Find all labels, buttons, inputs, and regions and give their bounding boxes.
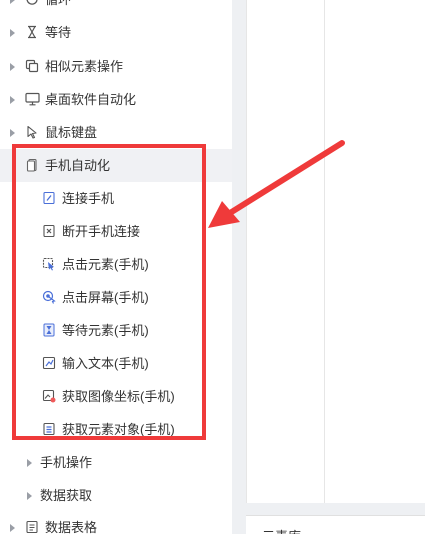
tree-item-label: 获取图像坐标(手机) <box>62 389 175 404</box>
properties-panel: 元素库 <box>246 515 425 534</box>
expand-caret-icon[interactable] <box>10 129 15 137</box>
tree-item-label: 输入文本(手机) <box>62 356 149 371</box>
tree-item-loop[interactable]: 循环 <box>0 0 232 16</box>
tree-item-tap-screen[interactable]: 点击屏幕(手机) <box>0 281 232 314</box>
tree-item-label: 断开手机连接 <box>62 224 141 239</box>
tree-item-label: 数据表格 <box>45 520 98 534</box>
element-object-icon <box>41 421 57 437</box>
disconnect-icon <box>41 223 57 239</box>
tree-item-input-text[interactable]: 输入文本(手机) <box>0 347 232 380</box>
table-doc-icon <box>24 519 40 534</box>
tree-item-label: 相似元素操作 <box>45 59 124 74</box>
workflow-canvas[interactable] <box>246 0 425 503</box>
phone-icon <box>24 157 40 173</box>
tree-subgroup-phone-operations[interactable]: 手机操作 <box>0 446 232 479</box>
tree-item-wait-element[interactable]: 等待元素(手机) <box>0 314 232 347</box>
tree-item-label: 循环 <box>45 0 71 16</box>
loop-icon <box>24 0 40 7</box>
tree-item-connect-phone[interactable]: 连接手机 <box>0 182 232 215</box>
tree-subgroup-data-retrieval[interactable]: 数据获取 <box>0 479 232 512</box>
properties-panel-title: 元素库 <box>262 526 301 534</box>
hourglass-icon <box>24 24 40 40</box>
tree-item-tap-element[interactable]: 点击元素(手机) <box>0 248 232 281</box>
input-text-icon <box>41 355 57 371</box>
tree-item-label: 点击元素(手机) <box>62 257 149 272</box>
tree-item-wait[interactable]: 等待 <box>0 16 232 49</box>
expand-caret-icon[interactable] <box>27 459 32 467</box>
wait-element-icon <box>41 322 57 338</box>
expand-caret-icon[interactable] <box>10 0 15 4</box>
tree-item-label: 点击屏幕(手机) <box>62 290 149 305</box>
tree-item-label: 连接手机 <box>62 191 115 206</box>
tree-item-label: 获取元素对象(手机) <box>62 422 175 437</box>
expand-caret-icon[interactable] <box>27 492 32 500</box>
expand-caret-icon[interactable] <box>10 524 15 532</box>
expand-caret-icon[interactable] <box>10 96 15 104</box>
command-tree-panel: 循环 等待 相似元素操作 桌面软件自动化 鼠标键盘 手机自动化 <box>0 0 232 534</box>
cursor-icon <box>24 124 40 140</box>
tree-item-element-object[interactable]: 获取元素对象(手机) <box>0 413 232 446</box>
tree-subgroup-label: 数据获取 <box>40 488 93 503</box>
tap-element-icon <box>41 256 57 272</box>
tree-item-mouse-keyboard[interactable]: 鼠标键盘 <box>0 116 232 149</box>
tree-item-label: 等待元素(手机) <box>62 323 149 338</box>
panel-splitter-horizontal[interactable] <box>246 503 425 515</box>
tree-subgroup-label: 手机操作 <box>40 455 93 470</box>
tap-screen-icon <box>41 289 57 305</box>
tree-item-similar-elements[interactable]: 相似元素操作 <box>0 50 232 83</box>
monitor-icon <box>24 91 40 107</box>
tree-item-label: 鼠标键盘 <box>45 125 98 140</box>
expand-caret-icon[interactable] <box>10 29 15 37</box>
copy-icon <box>24 58 40 74</box>
tree-item-image-coordinate[interactable]: 获取图像坐标(手机) <box>0 380 232 413</box>
tree-group-label: 手机自动化 <box>45 158 111 173</box>
link-icon <box>41 190 57 206</box>
panel-splitter[interactable] <box>232 0 246 534</box>
tree-item-label: 等待 <box>45 25 72 40</box>
canvas-divider <box>324 0 325 503</box>
image-coordinate-icon <box>41 388 57 404</box>
tree-item-desktop-automation[interactable]: 桌面软件自动化 <box>0 83 232 116</box>
tree-item-data-table[interactable]: 数据表格 <box>0 511 232 534</box>
expand-caret-icon[interactable] <box>10 63 15 71</box>
tree-item-label: 桌面软件自动化 <box>45 92 137 107</box>
tree-item-disconnect-phone[interactable]: 断开手机连接 <box>0 215 232 248</box>
tree-group-mobile-automation[interactable]: 手机自动化 <box>0 149 232 182</box>
